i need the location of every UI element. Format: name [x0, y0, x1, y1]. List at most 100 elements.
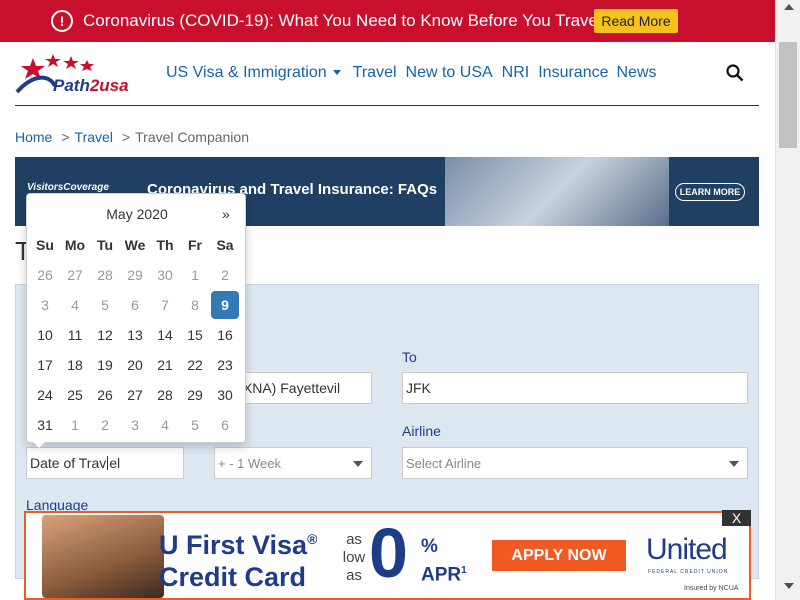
to-label: To	[402, 349, 417, 365]
breadcrumb: Home > Travel > Travel Companion	[15, 129, 249, 145]
visitorscoverage-logo: VisitorsCoverage	[27, 182, 109, 193]
calendar-day[interactable]: 30	[150, 260, 180, 290]
calendar-day[interactable]: 10	[30, 320, 60, 350]
united-fcu-logo: United	[646, 533, 728, 566]
read-more-button[interactable]: Read More	[594, 9, 678, 33]
nav-insurance[interactable]: Insurance	[538, 64, 608, 82]
calendar-day[interactable]: 5	[180, 410, 210, 440]
calendar-day[interactable]: 24	[30, 380, 60, 410]
learn-more-button[interactable]: LEARN MORE	[675, 183, 745, 201]
weekday-header: Th	[156, 237, 174, 253]
calendar-day[interactable]: 14	[150, 320, 180, 350]
calendar-day[interactable]: 29	[120, 260, 150, 290]
weekday-header: Mo	[64, 237, 86, 253]
ad-as-low-as: as low as	[342, 531, 366, 584]
calendar-day[interactable]: 12	[90, 320, 120, 350]
weekday-header: Sa	[216, 237, 234, 253]
datepicker-pointer	[32, 441, 46, 448]
calendar-day[interactable]: 28	[150, 380, 180, 410]
site-logo[interactable]: Path2usa	[15, 52, 140, 98]
text-cursor	[107, 456, 109, 470]
calendar-day[interactable]: 27	[120, 380, 150, 410]
search-icon[interactable]	[726, 64, 744, 82]
calendar-day[interactable]: 27	[60, 260, 90, 290]
next-month-icon[interactable]: »	[222, 206, 230, 222]
calendar-day[interactable]: 26	[90, 380, 120, 410]
apply-now-button[interactable]: APPLY NOW	[492, 540, 626, 571]
airline-label: Airline	[402, 423, 441, 439]
ad-rate-zero: 0	[369, 514, 408, 592]
calendar-day[interactable]: 16	[210, 320, 240, 350]
nav-us-visa[interactable]: US Visa & Immigration	[166, 64, 341, 82]
calendar-day[interactable]: 15	[180, 320, 210, 350]
calendar-day[interactable]: 7	[150, 290, 180, 320]
datepicker-popup: May 2020 » Su Mo Tu We Th Fr Sa 26 27 28 29 30 1 2 3 4 5…	[26, 193, 246, 443]
info-icon: !	[51, 10, 73, 32]
weekday-header: We	[124, 237, 146, 253]
airline-select[interactable]: Select Airline	[402, 447, 748, 479]
calendar-day[interactable]: 11	[60, 320, 90, 350]
united-fcu-subtitle: FEDERAL CREDIT UNION	[648, 569, 729, 575]
banner-image	[445, 157, 669, 226]
weekday-header: Su	[36, 237, 54, 253]
calendar-day[interactable]: 2	[90, 410, 120, 440]
scroll-down-arrow-icon[interactable]	[784, 583, 794, 589]
nav-new-to-usa[interactable]: New to USA	[406, 64, 493, 82]
ad-title: U First Visa® Credit Card	[159, 530, 318, 592]
logo-text: Path2usa	[53, 76, 129, 95]
page-scrollbar[interactable]	[775, 0, 800, 600]
calendar-day[interactable]: 28	[90, 260, 120, 290]
to-airport-field[interactable]: JFK	[402, 372, 748, 404]
calendar-day[interactable]: 6	[210, 410, 240, 440]
calendar-day[interactable]: 2	[210, 260, 240, 290]
main-nav: US Visa & Immigration Travel New to USA …	[166, 64, 657, 82]
scroll-up-arrow-icon[interactable]	[784, 4, 794, 10]
credit-card-ad[interactable]: U First Visa® Credit Card as low as 0 % AP…	[24, 511, 751, 600]
chevron-down-icon	[729, 461, 739, 467]
calendar-day[interactable]: 22	[180, 350, 210, 380]
ncua-notice: Insured by NCUA	[684, 585, 739, 592]
chevron-down-icon	[332, 70, 341, 76]
calendar-day[interactable]: 3	[120, 410, 150, 440]
calendar-day[interactable]: 19	[90, 350, 120, 380]
calendar-day[interactable]: 4	[150, 410, 180, 440]
calendar-day[interactable]: 21	[150, 350, 180, 380]
calendar-day[interactable]: 29	[180, 380, 210, 410]
calendar-day[interactable]: 3	[30, 290, 60, 320]
nav-news[interactable]: News	[616, 64, 656, 82]
breadcrumb-travel[interactable]: Travel	[75, 129, 113, 145]
datepicker-month-label[interactable]: May 2020	[27, 206, 247, 222]
calendar-day[interactable]: 31	[30, 410, 60, 440]
close-ad-button[interactable]: X	[722, 510, 751, 526]
breadcrumb-current: Travel Companion	[135, 129, 249, 145]
datepicker-grid: Su Mo Tu We Th Fr Sa 26 27 28 29 30 1 2 3 4 5 6 7 8 9 10 11 12 1…	[30, 230, 240, 440]
calendar-day[interactable]: 18	[60, 350, 90, 380]
calendar-day[interactable]: 1	[180, 260, 210, 290]
calendar-day[interactable]: 1	[60, 410, 90, 440]
breadcrumb-separator-icon: >	[121, 129, 131, 145]
nav-nri[interactable]: NRI	[502, 64, 530, 82]
alert-text: Coronavirus (COVID-19): What You Need to…	[83, 11, 602, 30]
scroll-thumb[interactable]	[779, 42, 797, 148]
calendar-day[interactable]: 13	[120, 320, 150, 350]
ad-apr: % APR1	[421, 536, 467, 586]
calendar-day[interactable]: 6	[120, 290, 150, 320]
calendar-day[interactable]: 17	[30, 350, 60, 380]
weekday-header: Tu	[96, 237, 114, 253]
breadcrumb-home[interactable]: Home	[15, 129, 52, 145]
selected-day[interactable]: 9	[211, 291, 239, 319]
calendar-day[interactable]: 25	[60, 380, 90, 410]
calendar-day[interactable]: 5	[90, 290, 120, 320]
date-flex-select[interactable]: + - 1 Week	[214, 447, 372, 479]
calendar-day[interactable]: 4	[60, 290, 90, 320]
breadcrumb-separator-icon: >	[61, 129, 70, 145]
nav-travel[interactable]: Travel	[353, 64, 397, 82]
ad-family-photo	[42, 515, 164, 598]
calendar-day[interactable]: 23	[210, 350, 240, 380]
calendar-day[interactable]: 8	[180, 290, 210, 320]
calendar-day[interactable]: 30	[210, 380, 240, 410]
calendar-day[interactable]: 20	[120, 350, 150, 380]
chevron-down-icon	[353, 461, 363, 467]
calendar-day[interactable]: 26	[30, 260, 60, 290]
date-of-travel-field[interactable]: Date of Trav el	[26, 447, 184, 479]
